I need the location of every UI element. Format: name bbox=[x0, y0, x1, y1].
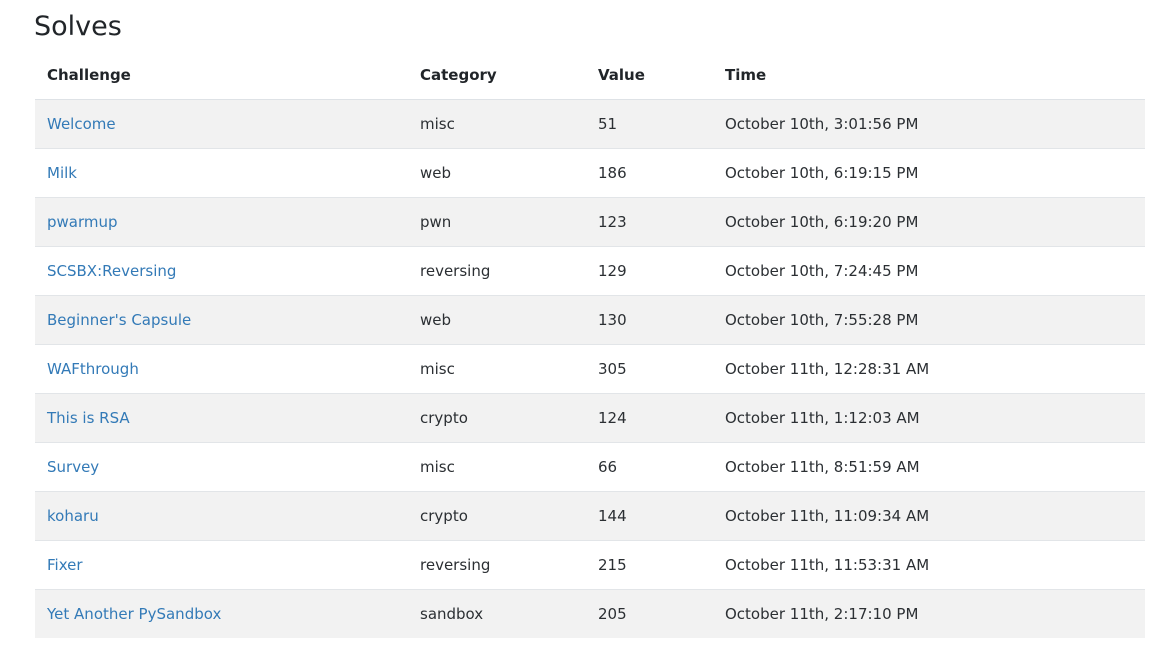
table-row: Welcome misc 51 October 10th, 3:01:56 PM bbox=[35, 99, 1145, 149]
time-cell: October 10th, 3:01:56 PM bbox=[713, 99, 1145, 149]
value-cell: 51 bbox=[586, 99, 713, 149]
column-header-time: Time bbox=[713, 51, 1145, 100]
solves-table: Challenge Category Value Time Welcome mi… bbox=[35, 51, 1145, 638]
category-cell: misc bbox=[408, 344, 586, 394]
time-cell: October 11th, 1:12:03 AM bbox=[713, 393, 1145, 443]
challenge-cell: Yet Another PySandbox bbox=[35, 589, 408, 638]
category-cell: web bbox=[408, 148, 586, 198]
challenge-link[interactable]: koharu bbox=[47, 507, 99, 525]
challenge-cell: pwarmup bbox=[35, 197, 408, 247]
time-cell: October 10th, 6:19:20 PM bbox=[713, 197, 1145, 247]
table-row: Milk web 186 October 10th, 6:19:15 PM bbox=[35, 148, 1145, 198]
column-header-challenge: Challenge bbox=[35, 51, 408, 100]
challenge-link[interactable]: Welcome bbox=[47, 115, 116, 133]
time-cell: October 10th, 7:55:28 PM bbox=[713, 295, 1145, 345]
table-row: Fixer reversing 215 October 11th, 11:53:… bbox=[35, 540, 1145, 590]
challenge-link[interactable]: SCSBX:Reversing bbox=[47, 262, 176, 280]
value-cell: 144 bbox=[586, 491, 713, 541]
value-cell: 66 bbox=[586, 442, 713, 492]
time-cell: October 11th, 11:09:34 AM bbox=[713, 491, 1145, 541]
challenge-cell: Beginner's Capsule bbox=[35, 295, 408, 345]
value-cell: 123 bbox=[586, 197, 713, 247]
value-cell: 124 bbox=[586, 393, 713, 443]
category-cell: crypto bbox=[408, 393, 586, 443]
challenge-link[interactable]: This is RSA bbox=[47, 409, 130, 427]
challenge-cell: SCSBX:Reversing bbox=[35, 246, 408, 296]
challenge-cell: Milk bbox=[35, 148, 408, 198]
value-cell: 215 bbox=[586, 540, 713, 590]
challenge-link[interactable]: Survey bbox=[47, 458, 99, 476]
table-row: pwarmup pwn 123 October 10th, 6:19:20 PM bbox=[35, 197, 1145, 247]
challenge-link[interactable]: WAFthrough bbox=[47, 360, 139, 378]
challenge-cell: Fixer bbox=[35, 540, 408, 590]
challenge-link[interactable]: Beginner's Capsule bbox=[47, 311, 191, 329]
challenge-link[interactable]: pwarmup bbox=[47, 213, 118, 231]
category-cell: web bbox=[408, 295, 586, 345]
challenge-cell: Welcome bbox=[35, 99, 408, 149]
category-cell: misc bbox=[408, 99, 586, 149]
table-row: Beginner's Capsule web 130 October 10th,… bbox=[35, 295, 1145, 345]
time-cell: October 10th, 6:19:15 PM bbox=[713, 148, 1145, 198]
category-cell: sandbox bbox=[408, 589, 586, 638]
time-cell: October 11th, 8:51:59 AM bbox=[713, 442, 1145, 492]
value-cell: 205 bbox=[586, 589, 713, 638]
table-header-row: Challenge Category Value Time bbox=[35, 51, 1145, 100]
value-cell: 305 bbox=[586, 344, 713, 394]
table-body: Welcome misc 51 October 10th, 3:01:56 PM… bbox=[35, 99, 1145, 638]
time-cell: October 11th, 2:17:10 PM bbox=[713, 589, 1145, 638]
category-cell: reversing bbox=[408, 246, 586, 296]
table-row: SCSBX:Reversing reversing 129 October 10… bbox=[35, 246, 1145, 296]
table-row: WAFthrough misc 305 October 11th, 12:28:… bbox=[35, 344, 1145, 394]
value-cell: 130 bbox=[586, 295, 713, 345]
challenge-link[interactable]: Yet Another PySandbox bbox=[47, 605, 221, 623]
value-cell: 129 bbox=[586, 246, 713, 296]
category-cell: reversing bbox=[408, 540, 586, 590]
column-header-value: Value bbox=[586, 51, 713, 100]
challenge-cell: Survey bbox=[35, 442, 408, 492]
time-cell: October 10th, 7:24:45 PM bbox=[713, 246, 1145, 296]
challenge-link[interactable]: Milk bbox=[47, 164, 77, 182]
page-title: Solves bbox=[34, 11, 122, 42]
challenge-cell: This is RSA bbox=[35, 393, 408, 443]
solves-page: Solves Challenge Category Value Time Wel… bbox=[0, 0, 1156, 657]
table-row: Survey misc 66 October 11th, 8:51:59 AM bbox=[35, 442, 1145, 492]
category-cell: misc bbox=[408, 442, 586, 492]
category-cell: pwn bbox=[408, 197, 586, 247]
column-header-category: Category bbox=[408, 51, 586, 100]
table-header: Challenge Category Value Time bbox=[35, 51, 1145, 100]
category-cell: crypto bbox=[408, 491, 586, 541]
challenge-cell: WAFthrough bbox=[35, 344, 408, 394]
challenge-cell: koharu bbox=[35, 491, 408, 541]
value-cell: 186 bbox=[586, 148, 713, 198]
challenge-link[interactable]: Fixer bbox=[47, 556, 83, 574]
table-row: Yet Another PySandbox sandbox 205 Octobe… bbox=[35, 589, 1145, 638]
time-cell: October 11th, 12:28:31 AM bbox=[713, 344, 1145, 394]
table-row: This is RSA crypto 124 October 11th, 1:1… bbox=[35, 393, 1145, 443]
time-cell: October 11th, 11:53:31 AM bbox=[713, 540, 1145, 590]
table-row: koharu crypto 144 October 11th, 11:09:34… bbox=[35, 491, 1145, 541]
